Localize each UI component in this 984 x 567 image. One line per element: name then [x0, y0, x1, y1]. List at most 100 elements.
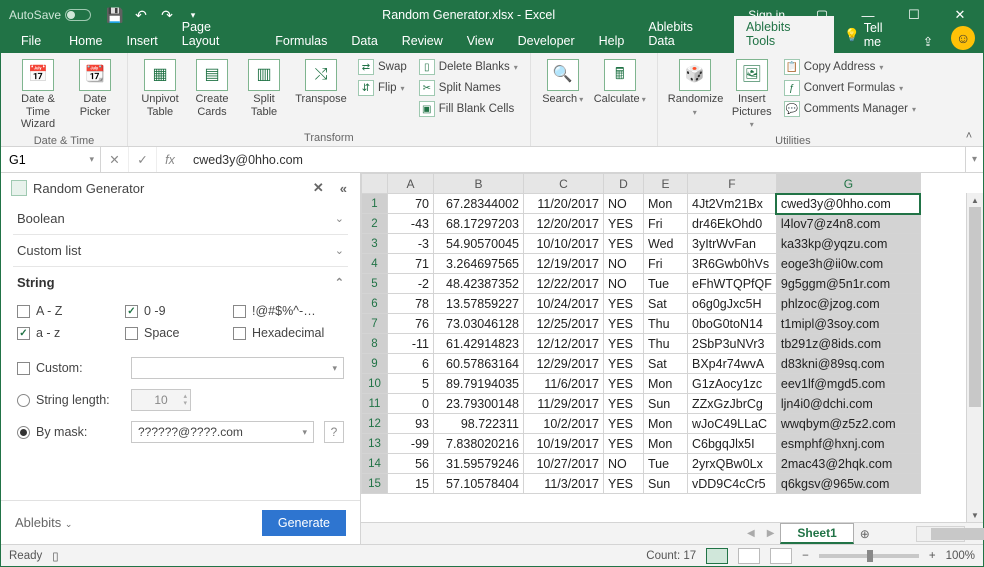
tab-formulas[interactable]: Formulas	[263, 30, 339, 53]
cell[interactable]: 71	[388, 254, 434, 274]
cell[interactable]: YES	[604, 434, 644, 454]
cell[interactable]: wwqbym@z5z2.com	[776, 414, 920, 434]
cell[interactable]: 2SbP3uNVr3	[688, 334, 777, 354]
cell[interactable]: phlzoc@jzog.com	[776, 294, 920, 314]
cell[interactable]: 10/24/2017	[524, 294, 604, 314]
pane-collapse-icon[interactable]: «	[335, 179, 352, 198]
cell[interactable]: 54.90570045	[434, 234, 524, 254]
row-header[interactable]: 12	[362, 414, 388, 434]
cell[interactable]: 70	[388, 194, 434, 214]
cell[interactable]: YES	[604, 354, 644, 374]
cell[interactable]: ka33kp@yqzu.com	[776, 234, 920, 254]
cell[interactable]: 12/20/2017	[524, 214, 604, 234]
row-header[interactable]: 9	[362, 354, 388, 374]
cell[interactable]: ljn4i0@dchi.com	[776, 394, 920, 414]
zoom-level[interactable]: 100%	[946, 550, 975, 562]
cell[interactable]: 12/12/2017	[524, 334, 604, 354]
cell[interactable]: Sun	[644, 394, 688, 414]
cell[interactable]: 67.28344002	[434, 194, 524, 214]
cell[interactable]: YES	[604, 394, 644, 414]
column-header-A[interactable]: A	[388, 174, 434, 194]
name-box[interactable]: G1	[1, 147, 101, 172]
collapse-ribbon-icon[interactable]: ˄	[955, 53, 983, 146]
cell[interactable]: q6kgsv@965w.com	[776, 474, 920, 494]
sheet-nav-next-icon[interactable]: ▶	[761, 528, 781, 539]
sheet-nav-prev-icon[interactable]: ◀	[741, 528, 761, 539]
cell[interactable]: 56	[388, 454, 434, 474]
tell-me[interactable]: 💡Tell me	[834, 17, 913, 53]
cell[interactable]: eev1lf@mgd5.com	[776, 374, 920, 394]
flip-button[interactable]: ⇵Flip ▾	[354, 78, 411, 98]
share-icon[interactable]: ⇪	[913, 30, 943, 53]
cell[interactable]: 9g5ggm@5n1r.com	[776, 274, 920, 294]
mask-input[interactable]: ??????@????.com	[131, 421, 314, 443]
cell[interactable]: NO	[604, 254, 644, 274]
section-string[interactable]: String⌃	[1, 267, 360, 298]
tab-home[interactable]: Home	[57, 30, 114, 53]
enter-formula-icon[interactable]: ✓	[129, 147, 157, 172]
cell[interactable]: YES	[604, 234, 644, 254]
custom-chars-input[interactable]	[131, 357, 344, 379]
generate-button[interactable]: Generate	[262, 510, 346, 536]
cell[interactable]: BXp4r74wvA	[688, 354, 777, 374]
view-page-break-icon[interactable]	[770, 548, 792, 564]
close-icon[interactable]: ✕	[937, 1, 983, 29]
cell[interactable]: -11	[388, 334, 434, 354]
cell[interactable]: -43	[388, 214, 434, 234]
cell[interactable]: wJoC49LLaC	[688, 414, 777, 434]
row-header[interactable]: 7	[362, 314, 388, 334]
cell[interactable]: 57.10578404	[434, 474, 524, 494]
cell[interactable]: -3	[388, 234, 434, 254]
cell[interactable]: Sat	[644, 354, 688, 374]
cell[interactable]: 78	[388, 294, 434, 314]
checkbox-lowercase[interactable]: a - z	[17, 326, 101, 340]
cell[interactable]: 11/20/2017	[524, 194, 604, 214]
column-header-D[interactable]: D	[604, 174, 644, 194]
calculate-button[interactable]: 🖩Calculate ▾	[591, 57, 649, 108]
checkbox-hexadecimal[interactable]: Hexadecimal	[233, 326, 324, 340]
cell[interactable]: 0	[388, 394, 434, 414]
section-custom-list[interactable]: Custom list⌄	[1, 235, 360, 266]
undo-icon[interactable]: ↶	[131, 5, 151, 25]
column-header-B[interactable]: B	[434, 174, 524, 194]
cell[interactable]: 10/19/2017	[524, 434, 604, 454]
cancel-formula-icon[interactable]: ✕	[101, 147, 129, 172]
cell[interactable]: Sat	[644, 294, 688, 314]
cell[interactable]: d83kni@89sq.com	[776, 354, 920, 374]
cell[interactable]: 12/19/2017	[524, 254, 604, 274]
column-header-C[interactable]: C	[524, 174, 604, 194]
horizontal-scrollbar[interactable]	[916, 526, 965, 542]
row-header[interactable]: 15	[362, 474, 388, 494]
cell[interactable]: Thu	[644, 314, 688, 334]
checkbox-custom[interactable]: Custom:	[17, 361, 83, 375]
radio-string-length[interactable]: String length:	[17, 393, 121, 407]
tab-insert[interactable]: Insert	[115, 30, 170, 53]
view-normal-icon[interactable]	[706, 548, 728, 564]
split-table-button[interactable]: ▥Split Table	[240, 57, 288, 120]
scroll-down-icon[interactable]: ▼	[967, 508, 983, 522]
cell[interactable]: eoge3h@ii0w.com	[776, 254, 920, 274]
macro-record-icon[interactable]: ▯	[52, 549, 58, 563]
cell[interactable]: 73.03046128	[434, 314, 524, 334]
cell[interactable]: ZZxGzJbrCg	[688, 394, 777, 414]
cell[interactable]: 4Jt2Vm21Bx	[688, 194, 777, 214]
zoom-out-icon[interactable]: −	[802, 550, 809, 562]
worksheet-grid[interactable]: ABCDEFG17067.2834400211/20/2017NOMon4Jt2…	[361, 173, 983, 522]
cell[interactable]: Fri	[644, 254, 688, 274]
split-names-button[interactable]: ✂Split Names	[415, 78, 522, 98]
cell[interactable]: Sun	[644, 474, 688, 494]
cell[interactable]: 6	[388, 354, 434, 374]
cell[interactable]: l4lov7@z4n8.com	[776, 214, 920, 234]
cell[interactable]: 5	[388, 374, 434, 394]
cell[interactable]: dr46EkOhd0	[688, 214, 777, 234]
save-icon[interactable]: 💾	[105, 5, 125, 25]
cell[interactable]: eFhWTQPfQF	[688, 274, 777, 294]
comments-manager-button[interactable]: 💬Comments Manager ▾	[780, 99, 920, 119]
cell[interactable]: Thu	[644, 334, 688, 354]
cell[interactable]: cwed3y@0hho.com	[776, 194, 920, 214]
checkbox-digits[interactable]: 0 -9	[125, 304, 209, 318]
row-header[interactable]: 6	[362, 294, 388, 314]
column-header-F[interactable]: F	[688, 174, 777, 194]
cell[interactable]: 11/29/2017	[524, 394, 604, 414]
tab-data[interactable]: Data	[339, 30, 389, 53]
